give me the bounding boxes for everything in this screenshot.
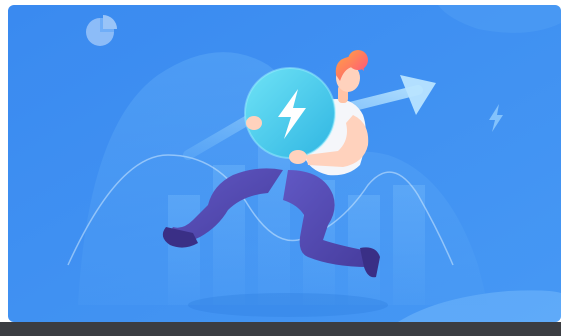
right-hand [289, 150, 307, 164]
hero-illustration [8, 5, 561, 322]
illustration-canvas [8, 5, 561, 322]
bottom-bar [0, 322, 561, 336]
screenshot-stage [0, 0, 561, 336]
character-shadow [188, 293, 388, 317]
hair-bun [348, 50, 368, 70]
left-hand [246, 116, 262, 130]
